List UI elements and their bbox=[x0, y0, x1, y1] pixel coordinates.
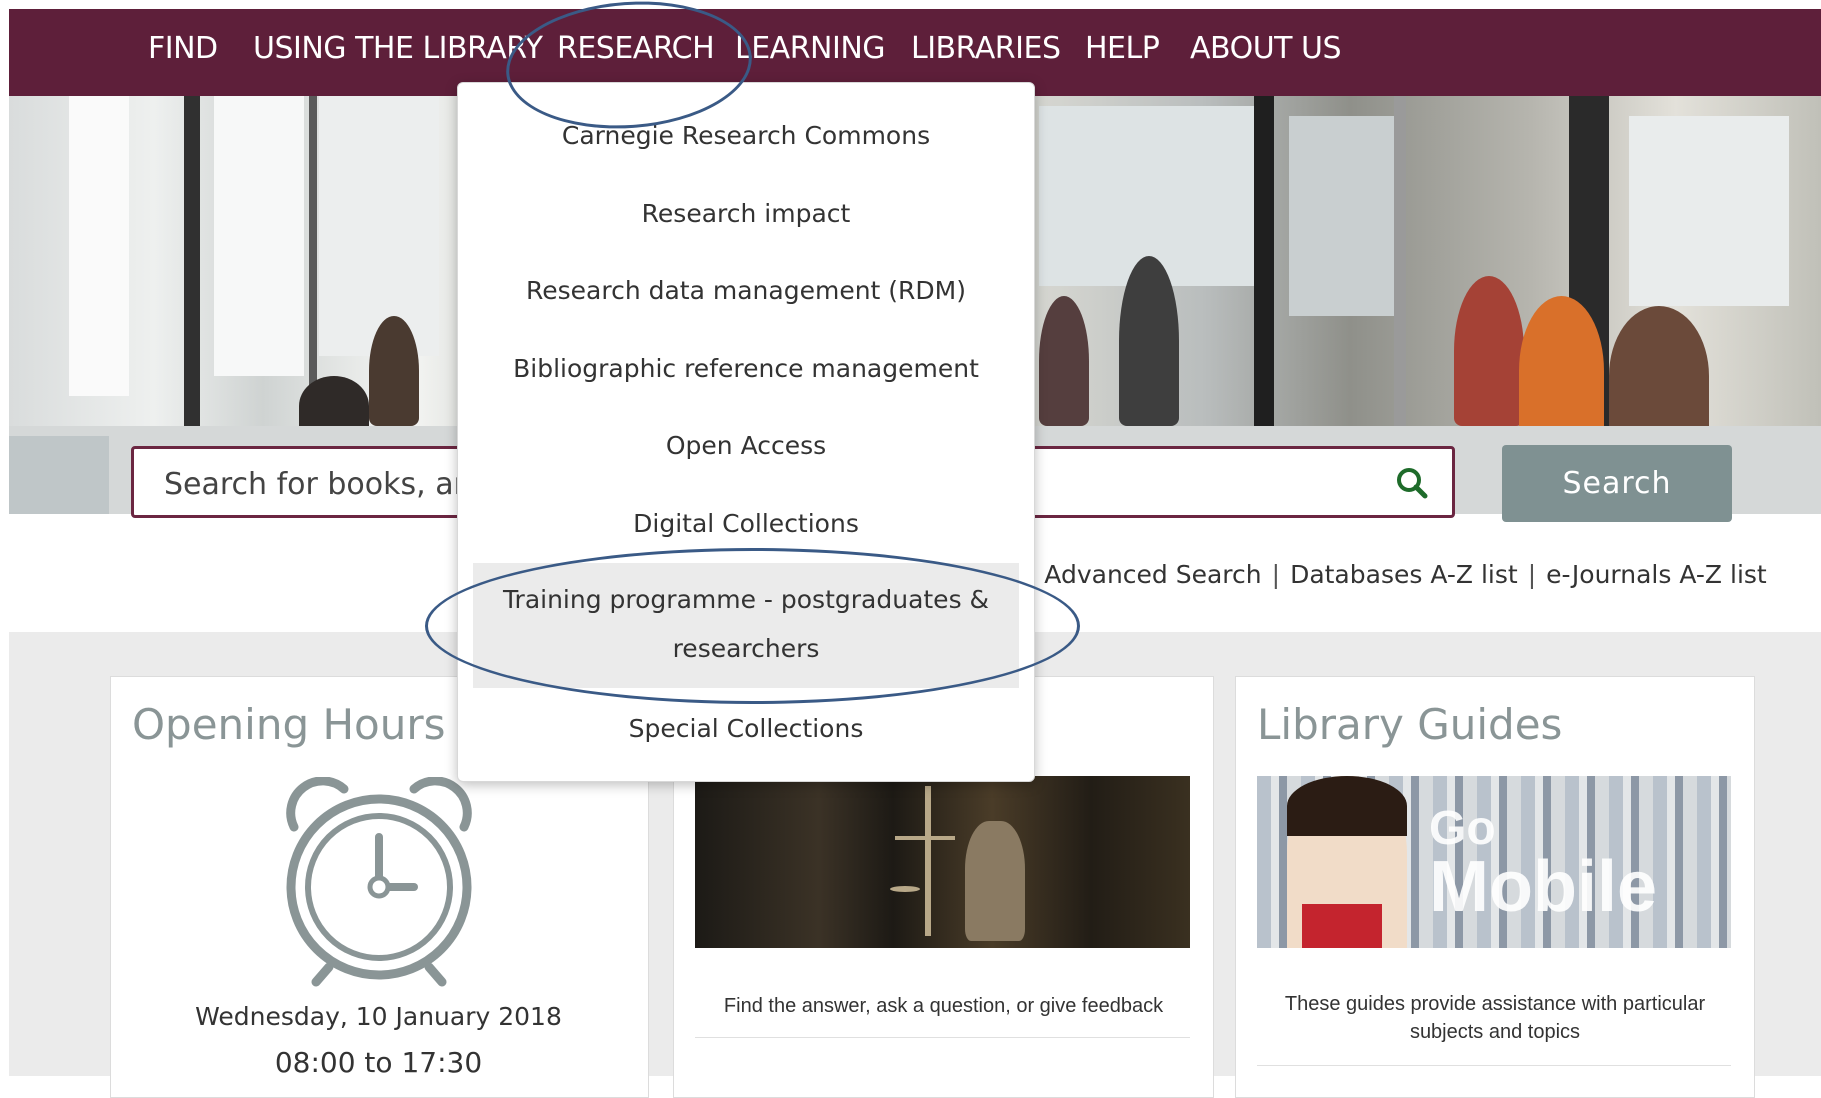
opening-hours-time: 08:00 to 17:30 bbox=[274, 1046, 483, 1079]
menu-item-special-collections[interactable]: Special Collections bbox=[458, 714, 1034, 743]
quick-link-advanced-search[interactable]: Advanced Search bbox=[1044, 560, 1261, 589]
ask-us-text: Find the answer, ask a question, or give… bbox=[723, 995, 1164, 1017]
library-guides-title: Library Guides bbox=[1257, 700, 1563, 749]
search-quick-links: h|Advanced Search|Databases A-Z list|e-J… bbox=[1000, 560, 1767, 589]
nav-help[interactable]: HELP bbox=[1085, 31, 1160, 66]
nav-research[interactable]: RESEARCH bbox=[557, 31, 715, 66]
menu-item-training-programme[interactable]: Training programme - postgraduates & res… bbox=[473, 563, 1019, 688]
menu-item-research-impact[interactable]: Research impact bbox=[458, 199, 1034, 228]
training-line2: researchers bbox=[672, 634, 820, 663]
menu-item-open-access[interactable]: Open Access bbox=[458, 431, 1034, 460]
search-button[interactable]: Search bbox=[1502, 445, 1732, 522]
mobile-text: Mobile bbox=[1429, 847, 1657, 927]
quick-link-databases[interactable]: Databases A-Z list bbox=[1290, 560, 1518, 589]
nav-libraries[interactable]: LIBRARIES bbox=[911, 31, 1061, 66]
justice-statue-image bbox=[695, 776, 1190, 948]
library-guides-card[interactable]: Library Guides Go Mobile These guides pr… bbox=[1235, 676, 1755, 1098]
nav-find[interactable]: FIND bbox=[148, 31, 218, 66]
menu-item-digital-collections[interactable]: Digital Collections bbox=[458, 509, 1034, 538]
nav-learning[interactable]: LEARNING bbox=[735, 31, 886, 66]
opening-hours-title: Opening Hours bbox=[132, 700, 446, 749]
quick-link-ejournals[interactable]: e-Journals A-Z list bbox=[1546, 560, 1767, 589]
training-line1: Training programme - postgraduates & bbox=[502, 585, 990, 614]
library-guides-text-line2: subjects and topics bbox=[1409, 1021, 1581, 1043]
nav-about-us[interactable]: ABOUT US bbox=[1190, 31, 1342, 66]
research-dropdown-menu: Carnegie Research Commons Research impac… bbox=[457, 82, 1035, 782]
opening-hours-date: Wednesday, 10 January 2018 bbox=[195, 1002, 562, 1031]
go-mobile-image: Go Mobile bbox=[1257, 776, 1731, 948]
library-guides-text-line1: These guides provide assistance with par… bbox=[1284, 993, 1706, 1015]
menu-item-carnegie-research-commons[interactable]: Carnegie Research Commons bbox=[458, 121, 1034, 150]
search-icon[interactable] bbox=[1394, 465, 1430, 501]
nav-using-the-library[interactable]: USING THE LIBRARY bbox=[253, 31, 543, 66]
alarm-clock-icon bbox=[286, 777, 472, 987]
menu-item-research-data-management[interactable]: Research data management (RDM) bbox=[458, 276, 1034, 305]
menu-item-bibliographic-reference-management[interactable]: Bibliographic reference management bbox=[458, 354, 1034, 383]
